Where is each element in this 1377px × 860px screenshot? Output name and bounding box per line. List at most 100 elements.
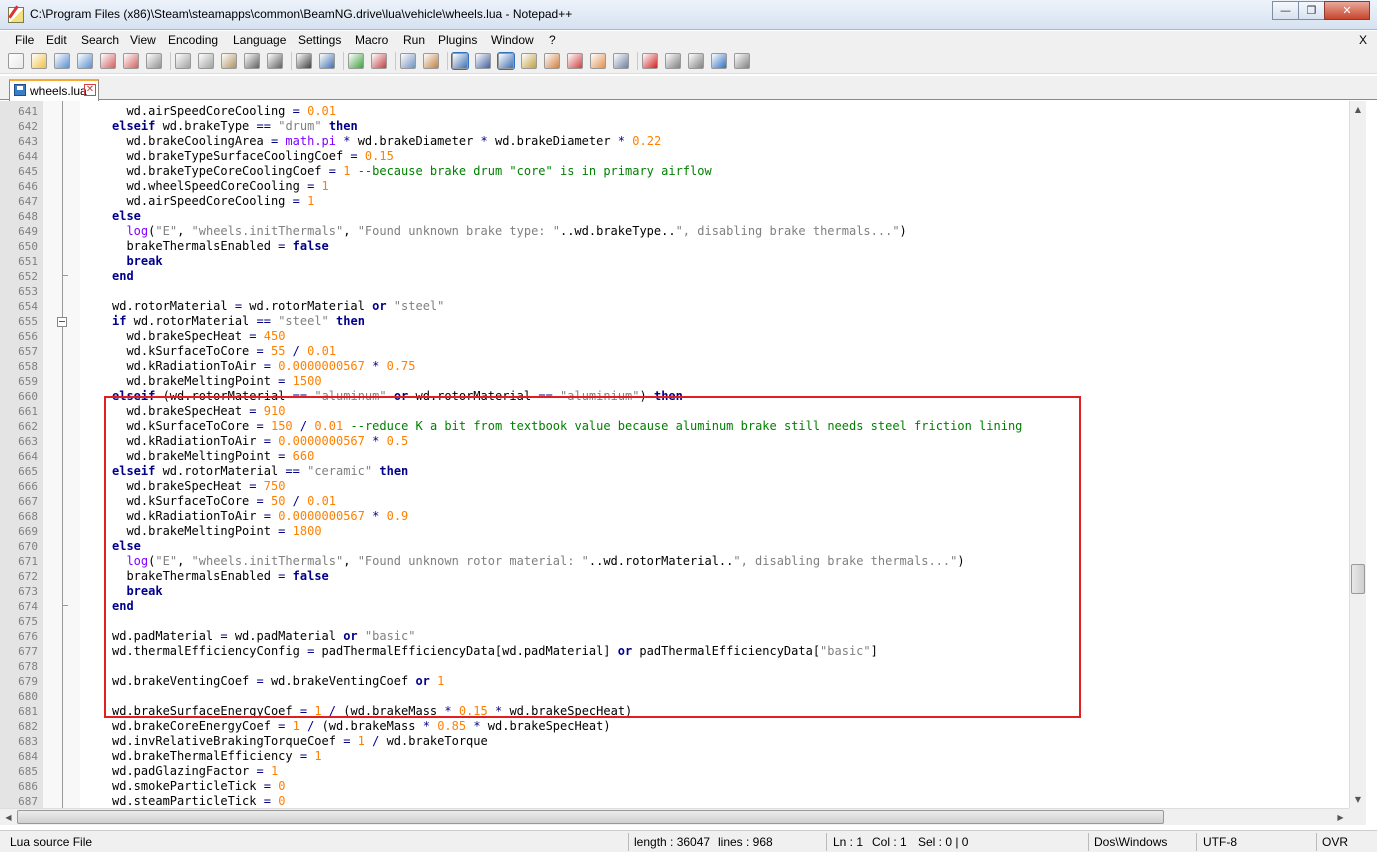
record-macro-icon[interactable] <box>642 53 658 69</box>
code-line[interactable]: 659 wd.brakeMeltingPoint = 1500 <box>0 374 1349 389</box>
zoom-out-icon[interactable] <box>371 53 387 69</box>
menu-view[interactable]: View <box>130 33 156 47</box>
code-line[interactable]: 650 brakeThermalsEnabled = false <box>0 239 1349 254</box>
menu-settings[interactable]: Settings <box>298 33 341 47</box>
code-line[interactable]: 651 break <box>0 254 1349 269</box>
undo-icon[interactable] <box>244 53 260 69</box>
code-line[interactable]: 668 wd.kRadiationToAir = 0.0000000567 * … <box>0 509 1349 524</box>
function-list-icon[interactable] <box>567 53 583 69</box>
code-line[interactable]: 664 wd.brakeMeltingPoint = 660 <box>0 449 1349 464</box>
code-line[interactable]: 674 end <box>0 599 1349 614</box>
code-line[interactable]: 647 wd.airSpeedCoreCooling = 1 <box>0 194 1349 209</box>
restore-button[interactable]: ❐ <box>1298 1 1325 20</box>
vertical-scroll-thumb[interactable] <box>1351 564 1365 594</box>
sync-vertical-icon[interactable] <box>400 53 416 69</box>
code-line[interactable]: 686 wd.smokeParticleTick = 0 <box>0 779 1349 794</box>
menu-edit[interactable]: Edit <box>46 33 67 47</box>
code-line[interactable]: 663 wd.kRadiationToAir = 0.0000000567 * … <box>0 434 1349 449</box>
code-line[interactable]: 682 wd.brakeCoreEnergyCoef = 1 / (wd.brak… <box>0 719 1349 734</box>
menu-search[interactable]: Search <box>81 33 119 47</box>
play-macro-icon[interactable] <box>688 53 704 69</box>
menu-plugins[interactable]: Plugins <box>438 33 477 47</box>
folder-workspace-icon[interactable] <box>590 53 606 69</box>
code-line[interactable]: 649 log("E", "wheels.initThermals", "Fou… <box>0 224 1349 239</box>
word-wrap-icon[interactable] <box>451 52 469 70</box>
zoom-in-icon[interactable] <box>348 53 364 69</box>
vertical-scrollbar[interactable]: ▲ ▼ <box>1349 101 1366 808</box>
code-line[interactable]: 669 wd.brakeMeltingPoint = 1800 <box>0 524 1349 539</box>
code-line[interactable]: 641 wd.airSpeedCoreCooling = 0.01 <box>0 104 1349 119</box>
monitor-icon[interactable] <box>613 53 629 69</box>
save-all-icon[interactable] <box>77 53 93 69</box>
paste-icon[interactable] <box>221 53 237 69</box>
copy-icon[interactable] <box>198 53 214 69</box>
menu-file[interactable]: File <box>15 33 34 47</box>
horizontal-scrollbar[interactable]: ◀ ▶ <box>0 808 1349 825</box>
menu-help[interactable]: ? <box>549 33 556 47</box>
code-line[interactable]: 654 wd.rotorMaterial = wd.rotorMaterial o… <box>0 299 1349 314</box>
code-line[interactable]: 661 wd.brakeSpecHeat = 910 <box>0 404 1349 419</box>
code-line[interactable]: 675 <box>0 614 1349 629</box>
code-line[interactable]: 645 wd.brakeTypeCoreCoolingCoef = 1 --be… <box>0 164 1349 179</box>
find-icon[interactable] <box>296 53 312 69</box>
show-all-chars-icon[interactable] <box>475 53 491 69</box>
code-line[interactable]: 648 else <box>0 209 1349 224</box>
run-macro-multiple-icon[interactable] <box>711 53 727 69</box>
menu-window[interactable]: Window <box>491 33 534 47</box>
horizontal-scroll-thumb[interactable] <box>17 810 1164 824</box>
fold-collapse-icon[interactable] <box>57 317 67 327</box>
sync-horizontal-icon[interactable] <box>423 53 439 69</box>
code-line[interactable]: 671 log("E", "wheels.initThermals", "Fou… <box>0 554 1349 569</box>
scroll-up-arrow-icon[interactable]: ▲ <box>1350 101 1366 118</box>
save-icon[interactable] <box>54 53 70 69</box>
code-line[interactable]: 644 wd.brakeTypeSurfaceCoolingCoef = 0.1… <box>0 149 1349 164</box>
code-line[interactable]: 685 wd.padGlazingFactor = 1 <box>0 764 1349 779</box>
save-macro-icon[interactable] <box>734 53 750 69</box>
code-line[interactable]: 643 wd.brakeCoolingArea = math.pi * wd.b… <box>0 134 1349 149</box>
code-line[interactable]: 646 wd.wheelSpeedCoreCooling = 1 <box>0 179 1349 194</box>
indent-guide-icon[interactable] <box>497 52 515 70</box>
code-line[interactable]: 653 <box>0 284 1349 299</box>
tab-wheels-lua[interactable]: wheels.lua ✕ <box>9 79 99 101</box>
code-line[interactable]: 679 wd.brakeVentingCoef = wd.brakeVenting… <box>0 674 1349 689</box>
close-document-button[interactable]: X <box>1359 33 1367 47</box>
doc-map-icon[interactable] <box>544 53 560 69</box>
code-line[interactable]: 652 end <box>0 269 1349 284</box>
close-tab-icon[interactable]: ✕ <box>84 84 96 96</box>
open-file-icon[interactable] <box>31 53 47 69</box>
scroll-right-arrow-icon[interactable]: ▶ <box>1332 809 1349 826</box>
code-line[interactable]: 681 wd.brakeSurfaceEnergyCoef = 1 / (wd.b… <box>0 704 1349 719</box>
cut-icon[interactable] <box>175 53 191 69</box>
code-line[interactable]: 655 if wd.rotorMaterial == "steel" then <box>0 314 1349 329</box>
close-all-icon[interactable] <box>123 53 139 69</box>
code-line[interactable]: 665 elseif wd.rotorMaterial == "ceramic" … <box>0 464 1349 479</box>
menu-run[interactable]: Run <box>403 33 425 47</box>
code-line[interactable]: 666 wd.brakeSpecHeat = 750 <box>0 479 1349 494</box>
scroll-down-arrow-icon[interactable]: ▼ <box>1350 791 1366 808</box>
minimize-button[interactable]: — <box>1272 1 1299 20</box>
code-line[interactable]: 642 elseif wd.brakeType == "drum" then <box>0 119 1349 134</box>
code-line[interactable]: 667 wd.kSurfaceToCore = 50 / 0.01 <box>0 494 1349 509</box>
menu-language[interactable]: Language <box>233 33 286 47</box>
close-window-button[interactable]: ✕ <box>1324 1 1370 20</box>
code-line[interactable]: 687 wd.steamParticleTick = 0 <box>0 794 1349 808</box>
redo-icon[interactable] <box>267 53 283 69</box>
code-line[interactable]: 657 wd.kSurfaceToCore = 55 / 0.01 <box>0 344 1349 359</box>
menu-encoding[interactable]: Encoding <box>168 33 218 47</box>
code-line[interactable]: 683 wd.invRelativeBrakingTorqueCoef = 1 /… <box>0 734 1349 749</box>
stop-record-icon[interactable] <box>665 53 681 69</box>
code-line[interactable]: 658 wd.kRadiationToAir = 0.0000000567 * … <box>0 359 1349 374</box>
code-line[interactable]: 676 wd.padMaterial = wd.padMaterial or "b… <box>0 629 1349 644</box>
replace-icon[interactable] <box>319 53 335 69</box>
print-icon[interactable] <box>146 53 162 69</box>
scroll-left-arrow-icon[interactable]: ◀ <box>0 809 17 826</box>
code-line[interactable]: 672 brakeThermalsEnabled = false <box>0 569 1349 584</box>
close-icon[interactable] <box>100 53 116 69</box>
menu-macro[interactable]: Macro <box>355 33 388 47</box>
new-file-icon[interactable] <box>8 53 24 69</box>
code-line[interactable]: 670 else <box>0 539 1349 554</box>
code-line[interactable]: 680 <box>0 689 1349 704</box>
code-line[interactable]: 673 break <box>0 584 1349 599</box>
code-line[interactable]: 662 wd.kSurfaceToCore = 150 / 0.01 --red… <box>0 419 1349 434</box>
code-line[interactable]: 677 wd.thermalEfficiencyConfig = padTherm… <box>0 644 1349 659</box>
